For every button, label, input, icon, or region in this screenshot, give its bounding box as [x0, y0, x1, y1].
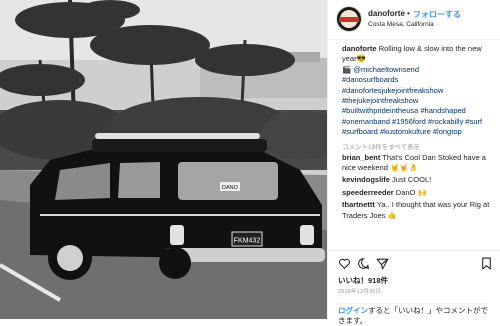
- caption-author[interactable]: danoforte: [342, 44, 377, 53]
- header-username[interactable]: danoforte: [368, 9, 405, 18]
- location-link[interactable]: Costa Mesa, California: [368, 21, 434, 28]
- login-prompt: ログインすると「いいね！」やコメントができます。: [338, 303, 488, 326]
- instagram-post: FKM432 DANO danoforte • フォローする Costa Mes…: [0, 0, 500, 325]
- post-header: danoforte • フォローする Costa Mesa, Californi…: [328, 0, 500, 40]
- caption-hashtag-line[interactable]: #surfboard #kustomkulture #longtop: [342, 127, 497, 137]
- view-all-comments-link[interactable]: コメント18件をすべて表示: [342, 141, 497, 151]
- comment-user[interactable]: brian_bent: [342, 153, 380, 162]
- comments-section: danoforte Rolling low & slow into the ne…: [342, 44, 497, 221]
- bookmark-icon[interactable]: [480, 257, 493, 270]
- bumper-sticker: DANO: [222, 185, 239, 191]
- like-count[interactable]: いいね！918件: [338, 275, 388, 286]
- comment-item: thartnettt Ya.. I thought that was your …: [342, 200, 497, 221]
- heart-icon[interactable]: [338, 257, 351, 270]
- caption-hashtag-line[interactable]: #builtwithprideintheusa #handshaped: [342, 106, 497, 116]
- comment-text: DanO 🙌: [395, 187, 427, 197]
- caption-hashtag-line[interactable]: #thejukejointfreakshow: [342, 96, 497, 106]
- avatar[interactable]: [336, 6, 362, 32]
- post-photo[interactable]: FKM432 DANO: [0, 0, 327, 319]
- caption-hashtag-line[interactable]: #danosurfboards: [342, 75, 497, 85]
- action-bar: [338, 257, 493, 271]
- comment-user[interactable]: speederreeder: [342, 188, 394, 197]
- post-side-panel: danoforte • フォローする Costa Mesa, Californi…: [327, 0, 500, 325]
- post-actions: いいね！918件 2018年12月30日 ログインすると「いいね！」やコメントが…: [328, 250, 500, 325]
- login-link[interactable]: ログイン: [338, 306, 368, 315]
- caption-hashtag-line[interactable]: #onemanband #1956ford #rockabilly #surf: [342, 117, 497, 127]
- car-photo-illustration: FKM432 DANO: [0, 0, 327, 319]
- comment-icon[interactable]: [357, 257, 370, 270]
- comment-item: kevindogslife Just COOL!: [342, 175, 497, 185]
- comment-item: brian_bent That's Cool Dan Stoked have a…: [342, 153, 497, 174]
- caption-mention[interactable]: 🎬 @michaeltownsend: [342, 65, 497, 75]
- post-date[interactable]: 2018年12月30日: [338, 287, 381, 295]
- license-plate: FKM432: [234, 238, 261, 245]
- follow-button[interactable]: フォローする: [413, 9, 461, 20]
- comment-text: Just COOL!: [392, 175, 432, 185]
- share-icon[interactable]: [376, 257, 389, 270]
- header-separator: •: [407, 9, 410, 18]
- comment-user[interactable]: thartnettt: [342, 200, 375, 209]
- comment-item: speederreeder DanO 🙌: [342, 188, 497, 198]
- comment-user[interactable]: kevindogslife: [342, 175, 390, 184]
- caption: danoforte Rolling low & slow into the ne…: [342, 44, 497, 138]
- caption-hashtag-line[interactable]: #danofortesjukejointfreakshow: [342, 86, 497, 96]
